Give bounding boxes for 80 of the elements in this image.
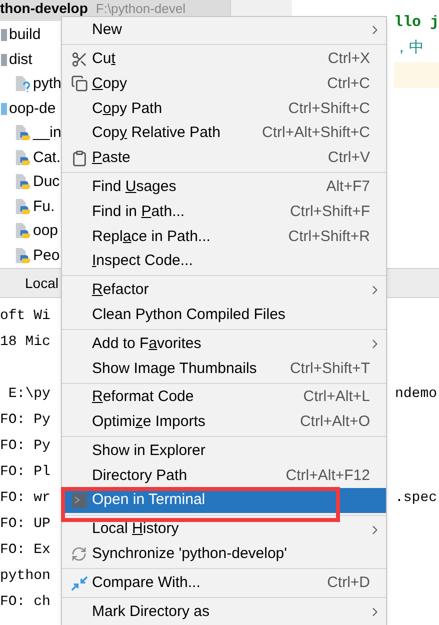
sync-icon <box>71 546 87 562</box>
folder-icon <box>1 102 7 115</box>
terminal-line: FO: wr <box>0 488 50 508</box>
menu-item[interactable]: Local History <box>62 517 386 542</box>
shortcut-label: Ctrl+D <box>327 572 370 593</box>
folder-icon <box>1 29 7 42</box>
shortcut-label: Ctrl+Alt+L <box>303 387 370 408</box>
shortcut-label: Ctrl+Shift+R <box>288 226 370 247</box>
menu-item[interactable]: Show in Explorer <box>62 438 386 464</box>
shortcut-label: Ctrl+Alt+F12 <box>286 466 370 486</box>
tree-item[interactable]: Peo <box>33 244 60 267</box>
tree-item[interactable]: Duc <box>33 171 60 194</box>
menu-item[interactable]: Copy Relative Path Ctrl+Alt+Shift+C <box>62 121 386 146</box>
menu-item[interactable]: Paste Ctrl+V <box>62 146 386 171</box>
shortcut-label: Ctrl+Shift+T <box>290 358 370 378</box>
terminal-line: python <box>0 566 50 586</box>
shortcut-label: Ctrl+C <box>327 74 370 94</box>
code-line: ，中 <box>394 38 424 59</box>
menu-item[interactable]: Mark Directory as <box>62 600 386 624</box>
tree-item[interactable]: oop <box>33 220 58 242</box>
terminal-line: 18 Mic <box>0 332 50 352</box>
python-file-icon <box>15 246 31 265</box>
menu-item[interactable]: Show Image Thumbnails Ctrl+Shift+T <box>62 356 386 382</box>
terminal-line: E:\py <box>7 384 50 404</box>
project-name: thon-develop <box>0 1 88 16</box>
python-file-icon <box>15 148 31 167</box>
terminal-line: oft Wi <box>0 306 50 326</box>
tree-item[interactable]: dist <box>9 48 32 71</box>
terminal-icon <box>72 493 86 508</box>
tree-item[interactable]: oop-de <box>9 98 56 120</box>
shortcut-label: Ctrl+Shift+C <box>288 98 370 119</box>
current-line-highlight <box>394 62 439 88</box>
menu-item[interactable]: Inspect Code... <box>62 249 386 274</box>
clipboard-icon <box>70 150 88 167</box>
python-file-icon <box>15 173 31 192</box>
code-line: llo j <box>394 12 439 33</box>
unknown-file-icon <box>15 75 31 94</box>
menu-item[interactable]: New <box>62 18 386 43</box>
shortcut-label: Ctrl+Alt+Shift+C <box>262 123 370 144</box>
menu-item[interactable]: Refactor <box>62 278 386 303</box>
terminal-line: FO: UP <box>0 514 50 534</box>
terminal-line: .spec <box>394 488 437 508</box>
tree-item[interactable]: __in <box>33 122 62 144</box>
project-path: F:\python-devel <box>96 1 186 16</box>
terminal-line: FO: Ex <box>0 540 50 560</box>
shortcut-label: Ctrl+V <box>328 148 370 168</box>
menu-item[interactable]: Synchronize 'python-develop' <box>62 542 386 567</box>
shortcut-label: Alt+F7 <box>326 176 370 197</box>
menu-item[interactable]: Compare With... Ctrl+D <box>62 570 386 596</box>
terminal-line: FO: Pl <box>0 462 50 482</box>
menu-item[interactable]: Clean Python Compiled Files <box>62 302 386 328</box>
menu-item[interactable]: Cut Ctrl+X <box>62 46 386 72</box>
menu-item[interactable]: Add to Favorites <box>62 332 386 356</box>
menu-item[interactable]: Find in Path... Ctrl+Shift+F <box>62 200 386 224</box>
scissors-icon <box>70 50 88 68</box>
menu-item[interactable]: Find Usages Alt+F7 <box>62 174 386 200</box>
terminal-line: FO: Py <box>0 436 50 456</box>
menu-item[interactable]: Reformat Code Ctrl+Alt+L <box>62 385 386 410</box>
folder-icon <box>1 54 7 66</box>
terminal-tab[interactable]: Local <box>25 272 58 294</box>
compare-arrows-icon <box>70 574 88 592</box>
tree-item[interactable]: build <box>9 24 41 46</box>
shortcut-label: Ctrl+X <box>328 48 370 69</box>
terminal-line: FO: ch <box>0 592 50 612</box>
menu-item[interactable]: Replace in Path... Ctrl+Shift+R <box>62 224 386 250</box>
copy-icon <box>70 75 88 92</box>
tree-item[interactable]: pyth <box>33 73 62 96</box>
shortcut-label: Ctrl+Alt+O <box>300 412 370 432</box>
terminal-line: ndemo <box>394 384 437 404</box>
python-file-icon <box>15 124 31 142</box>
menu-item[interactable]: Optimize Imports Ctrl+Alt+O <box>62 410 386 435</box>
python-file-icon <box>15 222 31 240</box>
tree-item[interactable]: Cat. <box>33 146 61 169</box>
tree-item[interactable]: Fu. <box>33 196 55 218</box>
menu-item[interactable]: Copy Path Ctrl+Shift+C <box>62 96 386 122</box>
menu-item[interactable]: Copy Ctrl+C <box>62 72 386 96</box>
shortcut-label: Ctrl+Shift+F <box>290 202 370 222</box>
terminal-line: FO: Py <box>0 410 50 430</box>
menu-item[interactable]: Directory Path Ctrl+Alt+F12 <box>62 464 386 488</box>
python-file-icon <box>15 198 31 216</box>
